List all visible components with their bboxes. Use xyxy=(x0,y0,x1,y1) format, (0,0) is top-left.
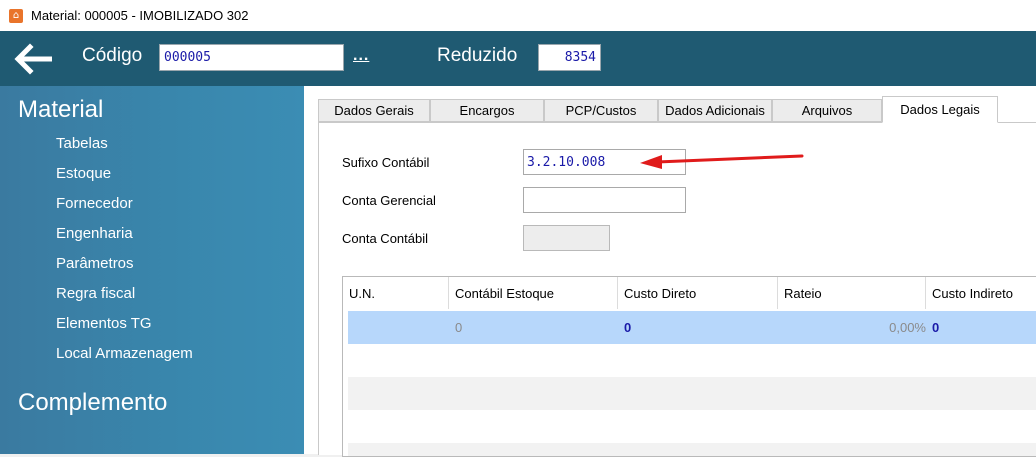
reduzido-input[interactable]: 8354 xyxy=(538,44,601,71)
record-header: Código 000005 ... Reduzido 8354 xyxy=(0,31,1036,86)
grid-col-un[interactable]: U.N. xyxy=(343,277,449,309)
window-title: Material: 000005 - IMOBILIZADO 302 xyxy=(31,8,249,23)
sidebar-item-parametros[interactable]: Parâmetros xyxy=(56,255,134,272)
conta-gerencial-label: Conta Gerencial xyxy=(342,193,436,208)
cell-un[interactable] xyxy=(348,311,448,344)
window-titlebar: ⌂ Material: 000005 - IMOBILIZADO 302 xyxy=(0,0,1036,32)
conta-contabil-input xyxy=(523,225,610,251)
custo-grid: U.N. Contábil Estoque Custo Direto Ratei… xyxy=(342,276,1036,457)
table-row[interactable] xyxy=(348,410,1036,443)
main-content: Dados Gerais Encargos PCP/Custos Dados A… xyxy=(304,86,1036,457)
grid-col-custo-direto[interactable]: Custo Direto xyxy=(618,277,778,309)
tab-arquivos[interactable]: Arquivos xyxy=(772,99,882,122)
cell-rateio[interactable]: 0,00% xyxy=(778,311,926,344)
conta-gerencial-input[interactable] xyxy=(523,187,686,213)
sidebar-item-elementos-tg[interactable]: Elementos TG xyxy=(56,315,152,332)
codigo-input[interactable]: 000005 xyxy=(159,44,344,71)
tab-dados-legais[interactable]: Dados Legais xyxy=(882,96,998,123)
cell-contabil-estoque[interactable]: 0 xyxy=(455,311,615,344)
sidebar-item-estoque[interactable]: Estoque xyxy=(56,165,111,182)
annotation-arrow-icon xyxy=(640,154,804,169)
cell-custo-direto[interactable]: 0 xyxy=(624,311,774,344)
cell-custo-indireto[interactable]: 0 xyxy=(932,311,1032,344)
codigo-label: Código xyxy=(82,45,143,66)
tab-pcp-custos[interactable]: PCP/Custos xyxy=(544,99,658,122)
table-row[interactable] xyxy=(348,377,1036,410)
sidebar-item-fornecedor[interactable]: Fornecedor xyxy=(56,195,133,212)
sidebar-item-engenharia[interactable]: Engenharia xyxy=(56,225,133,242)
tab-dados-gerais[interactable]: Dados Gerais xyxy=(318,99,430,122)
table-row[interactable] xyxy=(348,443,1036,456)
reduzido-label: Reduzido xyxy=(437,45,518,66)
table-row[interactable] xyxy=(348,344,1036,377)
sidebar-item-local-armazenagem[interactable]: Local Armazenagem xyxy=(56,345,193,362)
sidebar-item-regra-fiscal[interactable]: Regra fiscal xyxy=(56,285,135,302)
grid-col-rateio[interactable]: Rateio xyxy=(778,277,926,309)
grid-header: U.N. Contábil Estoque Custo Direto Ratei… xyxy=(343,277,1036,309)
tab-encargos[interactable]: Encargos xyxy=(430,99,544,122)
grid-col-contabil-estoque[interactable]: Contábil Estoque xyxy=(449,277,618,309)
arrow-left-icon[interactable] xyxy=(14,43,54,75)
grid-col-custo-indireto[interactable]: Custo Indireto xyxy=(926,277,1036,309)
sidebar-item-tabelas[interactable]: Tabelas xyxy=(56,135,108,152)
sidebar-section-complemento[interactable]: Complemento xyxy=(18,389,167,417)
conta-contabil-label: Conta Contábil xyxy=(342,231,428,246)
sidebar-section-material[interactable]: Material xyxy=(18,96,103,124)
tab-strip: Dados Gerais Encargos PCP/Custos Dados A… xyxy=(318,96,1036,123)
table-row[interactable]: 0 0 0,00% 0 xyxy=(348,311,1036,344)
app-logo-icon: ⌂ xyxy=(9,8,23,23)
tab-dados-adicionais[interactable]: Dados Adicionais xyxy=(658,99,772,122)
sidebar: Material Tabelas Estoque Fornecedor Enge… xyxy=(0,86,304,454)
codigo-lookup-button[interactable]: ... xyxy=(353,47,369,65)
tab-panel-dados-legais: Sufixo Contábil 3.2.10.008 Conta Gerenci… xyxy=(318,122,1036,457)
